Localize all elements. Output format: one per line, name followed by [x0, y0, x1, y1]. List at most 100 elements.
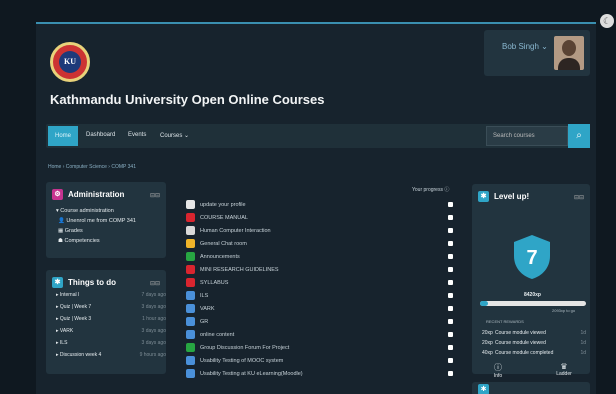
todo-item[interactable]: ▸ ILS 3 days ago: [56, 340, 166, 346]
completion-checkbox[interactable]: [448, 345, 453, 350]
block-controls-icon[interactable]: ⊟⊟: [150, 192, 160, 199]
activity-icon: [186, 278, 195, 287]
grades-link[interactable]: ▦ Grades: [58, 228, 83, 234]
search-icon[interactable]: ⌕: [568, 124, 590, 148]
completion-checkbox[interactable]: [448, 358, 453, 363]
activity-icon: [186, 239, 195, 248]
todo-item[interactable]: ▸ Quiz | Week 31 hour ago: [56, 316, 166, 322]
activity-icon: [186, 265, 195, 274]
completion-checkbox[interactable]: [448, 371, 453, 376]
activity-icon: [186, 304, 195, 313]
reward-row: 20xp Course module viewed 1d: [482, 340, 586, 346]
activity-label: ILS: [200, 292, 209, 299]
activity-icon: [186, 291, 195, 300]
course-activity-item[interactable]: VARK: [186, 304, 215, 313]
activity-icon: [186, 356, 195, 365]
trophy-icon: ♛: [560, 362, 568, 371]
activity-icon: [186, 213, 195, 222]
course-administration-link[interactable]: ▾ Course administration: [56, 208, 114, 214]
activity-label: VARK: [200, 305, 215, 312]
course-activity-item[interactable]: COURSE MANUAL: [186, 213, 248, 222]
activity-label: online content: [200, 331, 235, 338]
course-activity-item[interactable]: MINI RESEARCH GUIDELINES: [186, 265, 279, 274]
level-progress-bar: [480, 301, 586, 306]
level-number: 7: [526, 247, 537, 269]
level-shield-icon: 7: [514, 235, 550, 279]
completion-checkbox[interactable]: [448, 280, 453, 285]
completion-checkbox[interactable]: [448, 306, 453, 311]
activity-label: General Chat room: [200, 240, 247, 247]
competencies-link[interactable]: ☗ Competencies: [58, 238, 100, 244]
completion-checkbox[interactable]: [448, 267, 453, 272]
avatar[interactable]: [554, 36, 584, 70]
course-activity-item[interactable]: update your profile: [186, 200, 246, 209]
todo-item[interactable]: ▸ VARK 3 days ago: [56, 328, 166, 334]
course-activity-item[interactable]: Usability Testing of MOOC system: [186, 356, 283, 365]
block-title: ✱ Things to do: [52, 276, 116, 290]
reward-row: 40xp Course module completed 1d: [482, 350, 586, 356]
level-progress-fill: [480, 301, 489, 306]
course-activity-item[interactable]: Group Discussion Forum For Project: [186, 343, 289, 352]
activity-label: COURSE MANUAL: [200, 214, 248, 221]
nav-dashboard[interactable]: Dashboard: [86, 132, 115, 138]
nav-events[interactable]: Events: [128, 132, 146, 138]
activity-label: SYLLABUS: [200, 279, 229, 286]
cogs-icon: ⚙: [52, 189, 63, 200]
nav-courses[interactable]: Courses ⌄: [160, 132, 189, 139]
course-activity-item[interactable]: online content: [186, 330, 234, 339]
activity-icon: [186, 226, 195, 235]
xp-to-go: 2093xp to go: [552, 308, 576, 313]
completion-checkbox[interactable]: [448, 241, 453, 246]
activity-icon: [186, 343, 195, 352]
user-name[interactable]: Bob Singh ⌄: [502, 42, 548, 51]
recent-rewards-title: RECENT REWARDS: [486, 319, 524, 324]
course-activity-item[interactable]: General Chat room: [186, 239, 247, 248]
star-icon: ✱: [478, 384, 489, 394]
course-activity-item[interactable]: SYLLABUS: [186, 278, 228, 287]
ladder-button[interactable]: ♛ Ladder: [554, 362, 574, 377]
completion-checkbox[interactable]: [448, 293, 453, 298]
user-menu[interactable]: Bob Singh ⌄: [484, 30, 590, 76]
site-title: Kathmandu University Open Online Courses: [50, 92, 325, 107]
activity-label: Usability Testing of MOOC system: [200, 357, 284, 364]
completion-checkbox[interactable]: [448, 228, 453, 233]
info-button[interactable]: ⓘ Info: [488, 362, 508, 379]
unenrol-link[interactable]: 👤 Unenrol me from COMP 341: [58, 218, 136, 224]
block-controls-icon[interactable]: ⊟⊟: [150, 280, 160, 287]
todo-item[interactable]: ▸ Discussion week 49 hours ago: [56, 352, 166, 358]
nav-home[interactable]: Home: [48, 126, 78, 146]
course-activity-item[interactable]: GR: [186, 317, 208, 326]
reward-row: 20xp Course module viewed 1d: [482, 330, 586, 336]
block-controls-icon[interactable]: ⊟⊟: [574, 194, 584, 201]
next-block: ✱: [472, 382, 590, 394]
completion-checkbox[interactable]: [448, 319, 453, 324]
completion-checkbox[interactable]: [448, 202, 453, 207]
activity-icon: [186, 200, 195, 209]
course-activity-item[interactable]: Usability Testing at KU eLearning(Moodle…: [186, 369, 303, 378]
block-title: ✱ Level up!: [478, 190, 529, 204]
star-icon: ✱: [478, 191, 489, 202]
dark-mode-toggle-icon[interactable]: ☾: [600, 14, 614, 28]
activity-label: Usability Testing at KU eLearning(Moodle…: [200, 370, 303, 377]
activity-label: update your profile: [200, 201, 246, 208]
course-activity-item[interactable]: Human Computer Interaction: [186, 226, 271, 235]
course-activity-item[interactable]: Announcements: [186, 252, 240, 261]
search-input[interactable]: Search courses: [486, 126, 568, 146]
completion-checkbox[interactable]: [448, 215, 453, 220]
block-title: ⚙ Administration: [52, 188, 124, 202]
administration-block: ⚙ Administration ⊟⊟ ▾ Course administrati…: [46, 182, 166, 258]
activity-label: Human Computer Interaction: [200, 227, 271, 234]
course-activity-item[interactable]: ILS: [186, 291, 208, 300]
xp-total: 8420xp: [524, 292, 541, 298]
activity-label: GR: [200, 318, 209, 325]
completion-checkbox[interactable]: [448, 332, 453, 337]
breadcrumb[interactable]: Home › Computer Science › COMP 341: [48, 164, 136, 170]
activity-icon: [186, 317, 195, 326]
things-to-do-block: ✱ Things to do ⊟⊟ ▸ Internal I7 days ago …: [46, 270, 166, 374]
activity-label: Group Discussion Forum For Project: [200, 344, 290, 351]
activity-label: Announcements: [200, 253, 240, 260]
completion-checkbox[interactable]: [448, 254, 453, 259]
todo-item[interactable]: ▸ Internal I7 days ago: [56, 292, 166, 298]
university-logo[interactable]: KU: [50, 42, 90, 82]
todo-item[interactable]: ▸ Quiz | Week 73 days ago: [56, 304, 166, 310]
